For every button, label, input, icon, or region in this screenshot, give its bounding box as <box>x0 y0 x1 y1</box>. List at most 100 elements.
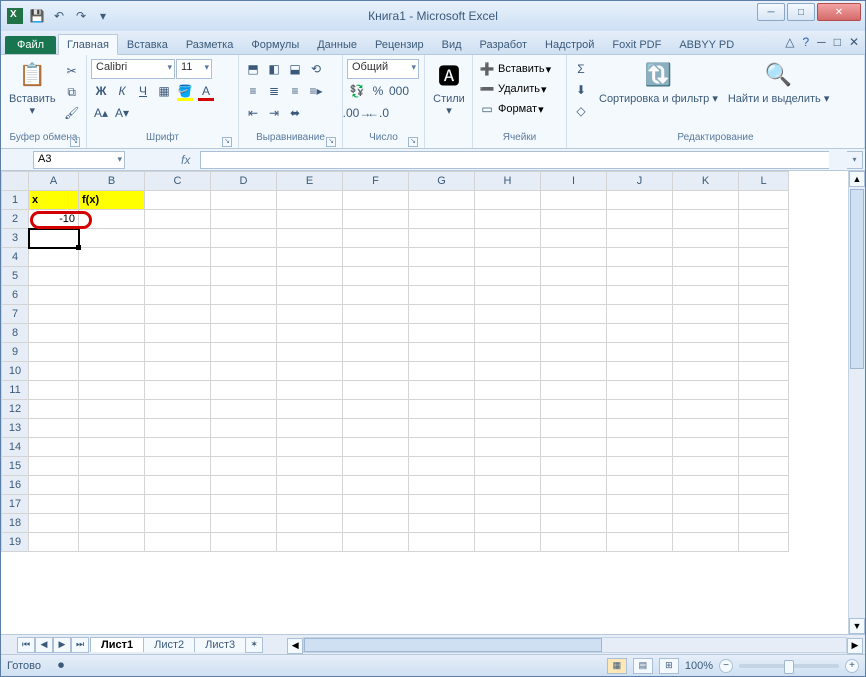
currency-icon[interactable]: 💱 <box>347 81 367 101</box>
paste-button[interactable]: 📋 Вставить▾ <box>5 57 60 119</box>
cell-C13[interactable] <box>145 419 211 438</box>
cell-F18[interactable] <box>343 514 409 533</box>
cell-L5[interactable] <box>739 267 789 286</box>
cell-D19[interactable] <box>211 533 277 552</box>
cell-C7[interactable] <box>145 305 211 324</box>
cell-H12[interactable] <box>475 400 541 419</box>
cell-F19[interactable] <box>343 533 409 552</box>
cell-H19[interactable] <box>475 533 541 552</box>
cell-I17[interactable] <box>541 495 607 514</box>
cell-J16[interactable] <box>607 476 673 495</box>
col-header-D[interactable]: D <box>211 172 277 191</box>
clear-icon[interactable]: ◇ <box>571 101 591 121</box>
cell-B10[interactable] <box>79 362 145 381</box>
cell-G18[interactable] <box>409 514 475 533</box>
cell-L2[interactable] <box>739 210 789 229</box>
cell-G5[interactable] <box>409 267 475 286</box>
qat-undo-icon[interactable]: ↶ <box>51 8 67 24</box>
cell-K18[interactable] <box>673 514 739 533</box>
cell-J3[interactable] <box>607 229 673 248</box>
scroll-down-icon[interactable]: ▼ <box>849 618 865 634</box>
cell-J14[interactable] <box>607 438 673 457</box>
cell-I15[interactable] <box>541 457 607 476</box>
cell-L18[interactable] <box>739 514 789 533</box>
cell-B1[interactable]: f(x) <box>79 191 145 210</box>
cell-I10[interactable] <box>541 362 607 381</box>
cell-I19[interactable] <box>541 533 607 552</box>
cell-K19[interactable] <box>673 533 739 552</box>
cell-J15[interactable] <box>607 457 673 476</box>
cell-J13[interactable] <box>607 419 673 438</box>
cell-D4[interactable] <box>211 248 277 267</box>
cell-F6[interactable] <box>343 286 409 305</box>
cell-F17[interactable] <box>343 495 409 514</box>
cell-G3[interactable] <box>409 229 475 248</box>
cell-E18[interactable] <box>277 514 343 533</box>
cell-L14[interactable] <box>739 438 789 457</box>
cell-C8[interactable] <box>145 324 211 343</box>
row-header-13[interactable]: 13 <box>2 419 29 438</box>
sheet-nav-next[interactable]: ▶ <box>53 637 71 653</box>
cell-B4[interactable] <box>79 248 145 267</box>
cell-B14[interactable] <box>79 438 145 457</box>
cell-C4[interactable] <box>145 248 211 267</box>
qat-redo-icon[interactable]: ↷ <box>73 8 89 24</box>
cell-C3[interactable] <box>145 229 211 248</box>
cell-H13[interactable] <box>475 419 541 438</box>
cell-D3[interactable] <box>211 229 277 248</box>
row-header-7[interactable]: 7 <box>2 305 29 324</box>
col-header-F[interactable]: F <box>343 172 409 191</box>
cell-F13[interactable] <box>343 419 409 438</box>
ribbon-tab-4[interactable]: Данные <box>308 34 366 54</box>
cell-L9[interactable] <box>739 343 789 362</box>
cell-H14[interactable] <box>475 438 541 457</box>
cell-G13[interactable] <box>409 419 475 438</box>
cell-K5[interactable] <box>673 267 739 286</box>
cell-H4[interactable] <box>475 248 541 267</box>
ribbon-tab-9[interactable]: Foxit PDF <box>603 34 670 54</box>
cell-H16[interactable] <box>475 476 541 495</box>
cell-E1[interactable] <box>277 191 343 210</box>
cell-G1[interactable] <box>409 191 475 210</box>
cell-F9[interactable] <box>343 343 409 362</box>
col-header-J[interactable]: J <box>607 172 673 191</box>
cell-B17[interactable] <box>79 495 145 514</box>
cell-A10[interactable] <box>29 362 79 381</box>
macro-record-icon[interactable]: ⏺ <box>51 656 71 676</box>
cell-D11[interactable] <box>211 381 277 400</box>
col-header-E[interactable]: E <box>277 172 343 191</box>
cell-G10[interactable] <box>409 362 475 381</box>
cell-H5[interactable] <box>475 267 541 286</box>
grow-font-icon[interactable]: A▴ <box>91 103 111 123</box>
cell-H10[interactable] <box>475 362 541 381</box>
align-bottom-icon[interactable]: ⬓ <box>285 59 305 79</box>
hscroll-thumb[interactable] <box>304 638 602 652</box>
cell-A17[interactable] <box>29 495 79 514</box>
cell-I8[interactable] <box>541 324 607 343</box>
qat-save-icon[interactable]: 💾 <box>29 8 45 24</box>
cell-H11[interactable] <box>475 381 541 400</box>
cell-A5[interactable] <box>29 267 79 286</box>
shrink-font-icon[interactable]: A▾ <box>112 103 132 123</box>
cell-G8[interactable] <box>409 324 475 343</box>
cell-C18[interactable] <box>145 514 211 533</box>
cell-K9[interactable] <box>673 343 739 362</box>
cell-D2[interactable] <box>211 210 277 229</box>
cell-K12[interactable] <box>673 400 739 419</box>
decrease-indent-icon[interactable]: ⇤ <box>243 103 263 123</box>
cell-D18[interactable] <box>211 514 277 533</box>
cell-K1[interactable] <box>673 191 739 210</box>
cell-L15[interactable] <box>739 457 789 476</box>
col-header-A[interactable]: A <box>29 172 79 191</box>
cell-L4[interactable] <box>739 248 789 267</box>
cell-L19[interactable] <box>739 533 789 552</box>
cell-H1[interactable] <box>475 191 541 210</box>
cell-G9[interactable] <box>409 343 475 362</box>
cell-F16[interactable] <box>343 476 409 495</box>
cell-G17[interactable] <box>409 495 475 514</box>
delete-cells-button[interactable]: ➖Удалить ▾ <box>477 79 547 99</box>
cell-C19[interactable] <box>145 533 211 552</box>
cell-B13[interactable] <box>79 419 145 438</box>
cell-G2[interactable] <box>409 210 475 229</box>
cell-B6[interactable] <box>79 286 145 305</box>
